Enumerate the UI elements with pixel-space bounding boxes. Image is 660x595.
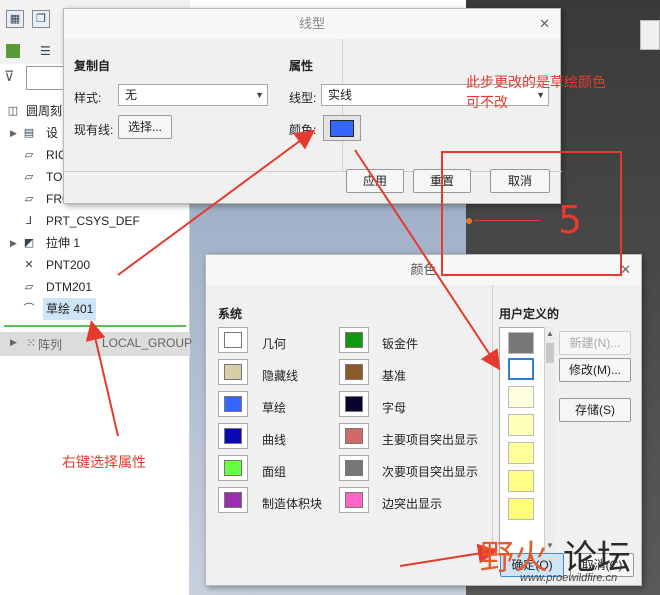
arrow-to-sketch-item — [85, 320, 119, 437]
watermark-url: www.proewildfire.cn — [520, 572, 618, 584]
arrow-to-color-swatch — [117, 129, 316, 276]
annotation-arrows — [85, 129, 501, 567]
arrow-to-user-color — [354, 149, 501, 371]
